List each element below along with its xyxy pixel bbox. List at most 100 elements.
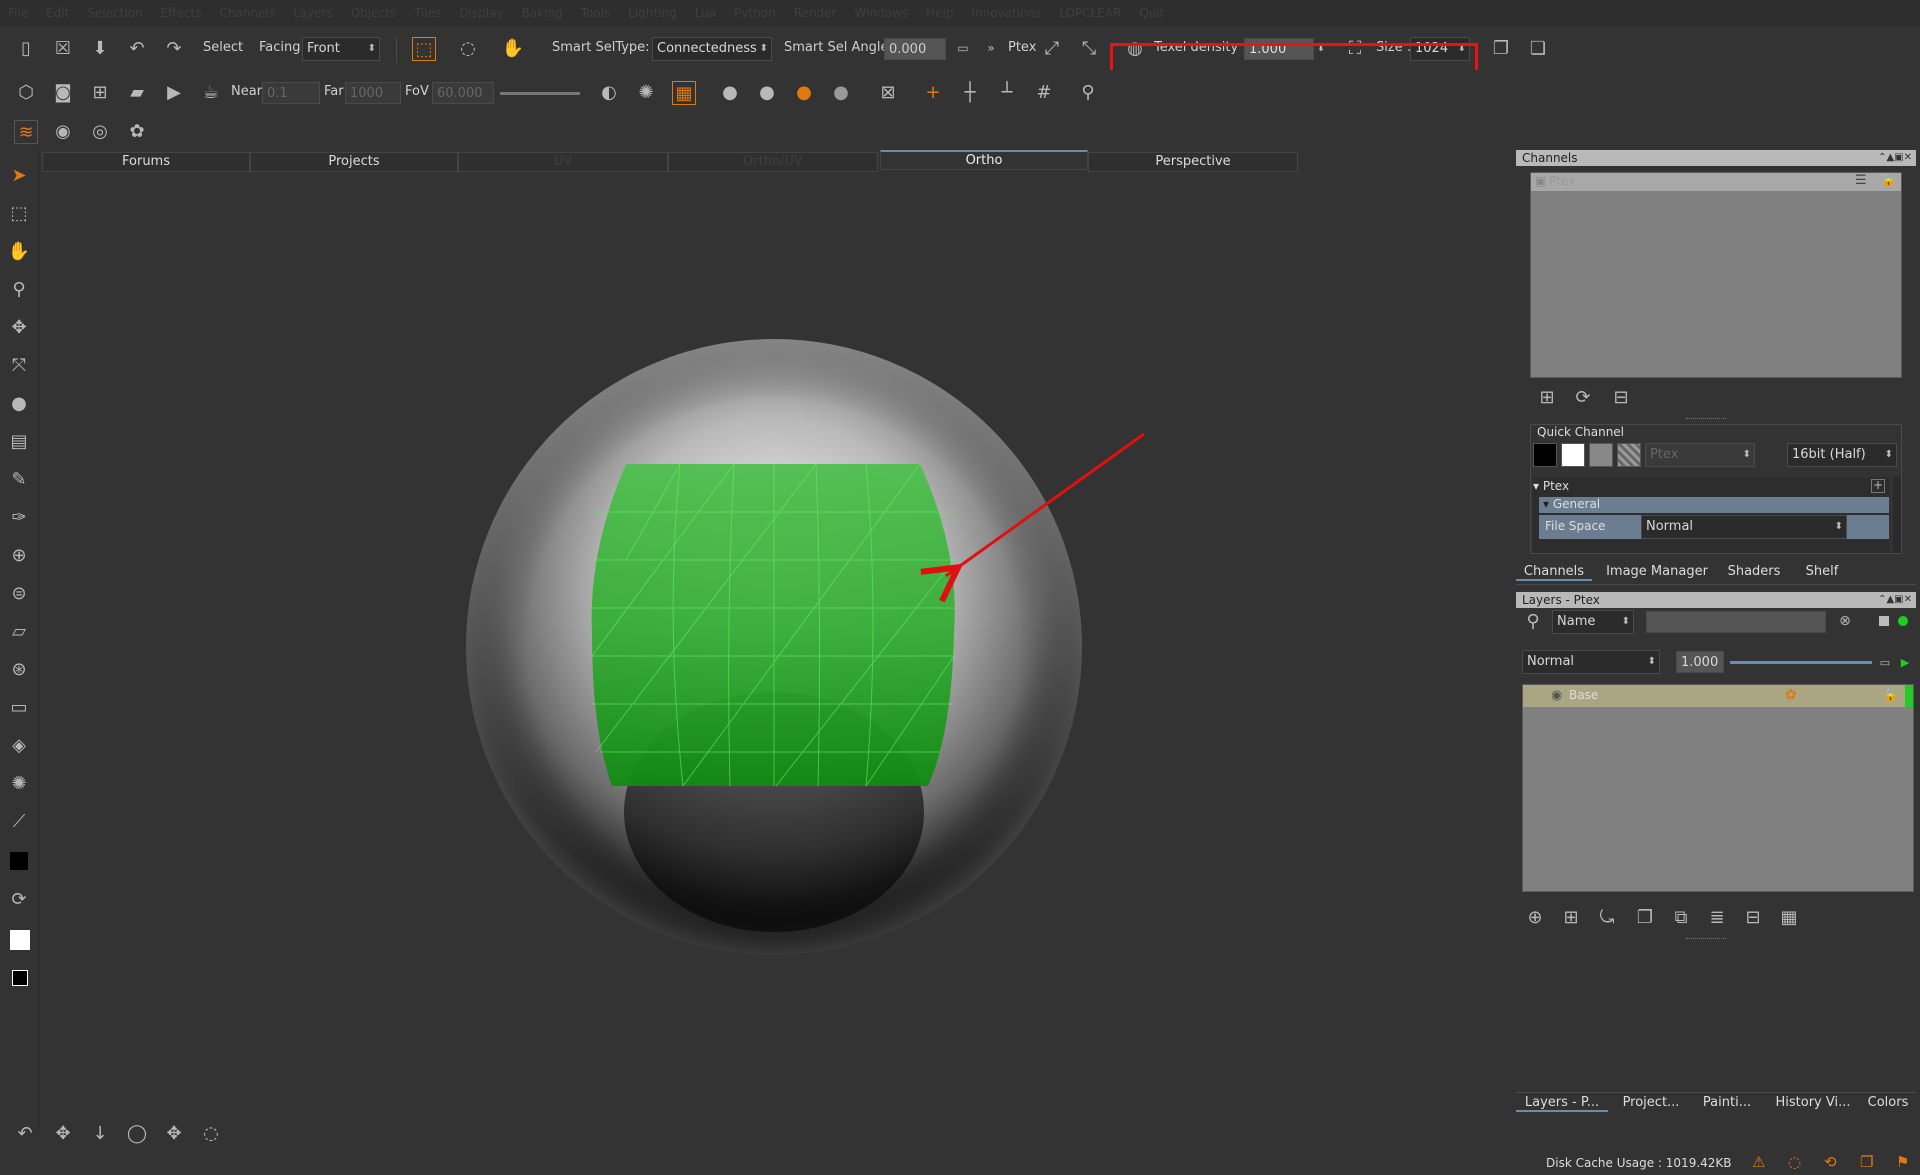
smooth-shade-icon[interactable]: ● [756,81,778,103]
layer-paint-icon[interactable]: ✿ [1785,687,1797,703]
menu-item[interactable]: Tools [581,6,611,20]
undo-icon[interactable]: ↶ [126,37,148,59]
menu-item[interactable]: Innovations [971,6,1041,20]
add-adjustment-icon[interactable]: ⊞ [1560,906,1582,928]
layers-list[interactable]: ◉ Base ✿ 🔓 [1522,684,1914,892]
tab-uv[interactable]: UV [458,152,668,172]
eyedropper-icon[interactable]: ⟋ [8,810,30,832]
tab-projects[interactable]: Projects [250,152,458,172]
menu-item[interactable]: Quit [1139,6,1164,20]
quick-black-swatch[interactable] [1533,443,1557,467]
duplicate-back-icon[interactable]: ❏ [1527,37,1549,59]
bitdepth-select[interactable]: 16bit (Half) ⬍ [1787,443,1897,467]
quick-white-swatch[interactable] [1561,443,1585,467]
ptex-expand-icon[interactable]: ⤢ [1041,37,1063,59]
quick-transparent-swatch[interactable] [1617,443,1641,467]
clone-icon[interactable]: ⊕ [8,544,30,566]
file-space-select[interactable]: Normal ⬍ [1641,515,1847,539]
menu-item[interactable]: Lighting [628,6,677,20]
pin-tool-icon[interactable]: ⚲ [1077,81,1099,103]
flat-shade-icon[interactable]: ● [719,81,741,103]
pointer-icon[interactable]: ➤ [8,164,30,186]
menu-item[interactable]: Python [734,6,776,20]
new-file-icon[interactable]: ▯ [15,37,37,59]
select-label[interactable]: Select [203,40,243,55]
eye-alt-icon[interactable]: ◎ [89,120,111,142]
tab-layers[interactable]: Layers - P... [1516,1095,1608,1112]
background-color-swatch[interactable] [10,930,30,950]
add-layer-icon[interactable]: ⊕ [1524,906,1546,928]
eye-mode-icon[interactable]: ◉ [52,120,74,142]
tab-painting[interactable]: Painti... [1694,1095,1760,1110]
ptex-shrink-icon[interactable]: ⤡ [1078,37,1100,59]
fill-icon[interactable]: ◈ [8,734,30,756]
menu-item[interactable]: LOPCLEAR [1059,6,1121,20]
smart-select-icon[interactable]: ✋ [502,37,524,59]
tab-shelf[interactable]: Shelf [1794,564,1850,579]
transform-icon[interactable]: ⤧ [8,354,30,376]
channel-check-icon[interactable]: ▣ [1535,174,1546,188]
delete-layer-icon[interactable]: ⊟ [1742,906,1764,928]
smudge-icon[interactable]: ⊜ [8,582,30,604]
menu-item[interactable]: Layers [293,6,333,20]
merge-layer-icon[interactable]: ⧉ [1670,906,1692,928]
far-input[interactable]: 1000 [345,82,401,104]
tab-shaders[interactable]: Shaders [1722,564,1786,579]
tab-ortho-uv[interactable]: Ortho/UV [668,152,878,172]
roll-icon[interactable]: ✥ [163,1122,185,1144]
pan-icon[interactable]: ✥ [52,1122,74,1144]
splitter-handle[interactable] [1686,418,1726,422]
3d-viewport[interactable] [40,172,1510,1112]
play-icon[interactable]: ▶ [1894,651,1916,673]
gear-light-icon[interactable]: ✺ [635,81,657,103]
material-shade-icon[interactable]: ● [793,81,815,103]
menu-item[interactable]: Selection [87,6,142,20]
brush-icon[interactable]: ✎ [8,468,30,490]
channels-list[interactable]: ▣ Ptex ☰ 🔓 [1530,172,1902,378]
properties-scrollbar[interactable] [1893,477,1901,553]
film-icon[interactable]: ▶ [163,81,185,103]
menu-item[interactable]: Windows [855,6,909,20]
eraser-icon[interactable]: ▱ [8,620,30,642]
blend-mode-select[interactable]: Normal ⬍ [1522,650,1660,674]
dolly-icon[interactable]: ↓ [89,1122,111,1144]
channel-item-ptex[interactable]: ▣ Ptex ☰ 🔓 [1531,173,1901,191]
layer-visibility-icon[interactable]: ◉ [1551,688,1562,703]
status-layers-icon[interactable]: ❐ [1860,1153,1873,1171]
foreground-color-swatch[interactable] [10,852,28,870]
layers-panel-controls-icon[interactable]: ⌃▲▣✕ [1878,592,1912,608]
layer-filter-select[interactable]: Name ⬍ [1552,610,1634,634]
refresh-channel-icon[interactable]: ⟳ [1572,386,1594,408]
add-property-icon[interactable]: + [1871,479,1885,493]
layer-lock-icon[interactable]: 🔓 [1883,688,1898,702]
menu-item[interactable]: Channels [219,6,275,20]
rect-select-icon[interactable]: ⬚ [412,37,436,61]
tab-ortho[interactable]: Ortho [880,150,1088,170]
ground-icon[interactable]: ┴ [996,81,1018,103]
layer-toggle-icon[interactable] [1879,616,1889,626]
tab-image-manager[interactable]: Image Manager [1602,564,1712,579]
menu-item[interactable]: Edit [46,6,69,20]
status-sync-icon[interactable]: ◌ [1788,1153,1801,1171]
add-group-icon[interactable]: ⤿ [1596,906,1618,928]
bounds-icon[interactable]: ⊠ [877,81,899,103]
status-warning-icon[interactable]: ⚠ [1752,1153,1765,1171]
close-file-icon[interactable]: ☒ [52,37,74,59]
rotate-left-icon[interactable]: ↶ [14,1122,36,1144]
menu-item[interactable]: Render [794,6,837,20]
add-channel-icon[interactable]: ⊞ [1536,386,1558,408]
opacity-slider[interactable] [1730,661,1872,664]
drop-icon[interactable]: ● [8,392,30,414]
duplicate-layer-icon[interactable]: ❐ [1634,906,1656,928]
lasso-icon[interactable]: ◌ [457,37,479,59]
smart-sel-angle-input[interactable]: 0.000 [884,38,946,60]
clear-search-icon[interactable]: ⊗ [1834,610,1856,632]
layers-mode-icon[interactable]: ≋ [14,120,38,144]
tab-perspective[interactable]: Perspective [1088,152,1298,172]
overflow-icon[interactable]: » [980,37,1002,59]
slider-handle-icon[interactable]: ▭ [952,37,974,59]
reset-colors-icon[interactable] [12,970,28,986]
status-notify-icon[interactable]: ⚑ [1896,1153,1909,1171]
tab-forums[interactable]: Forums [42,152,250,172]
quick-grey-swatch[interactable] [1589,443,1613,467]
